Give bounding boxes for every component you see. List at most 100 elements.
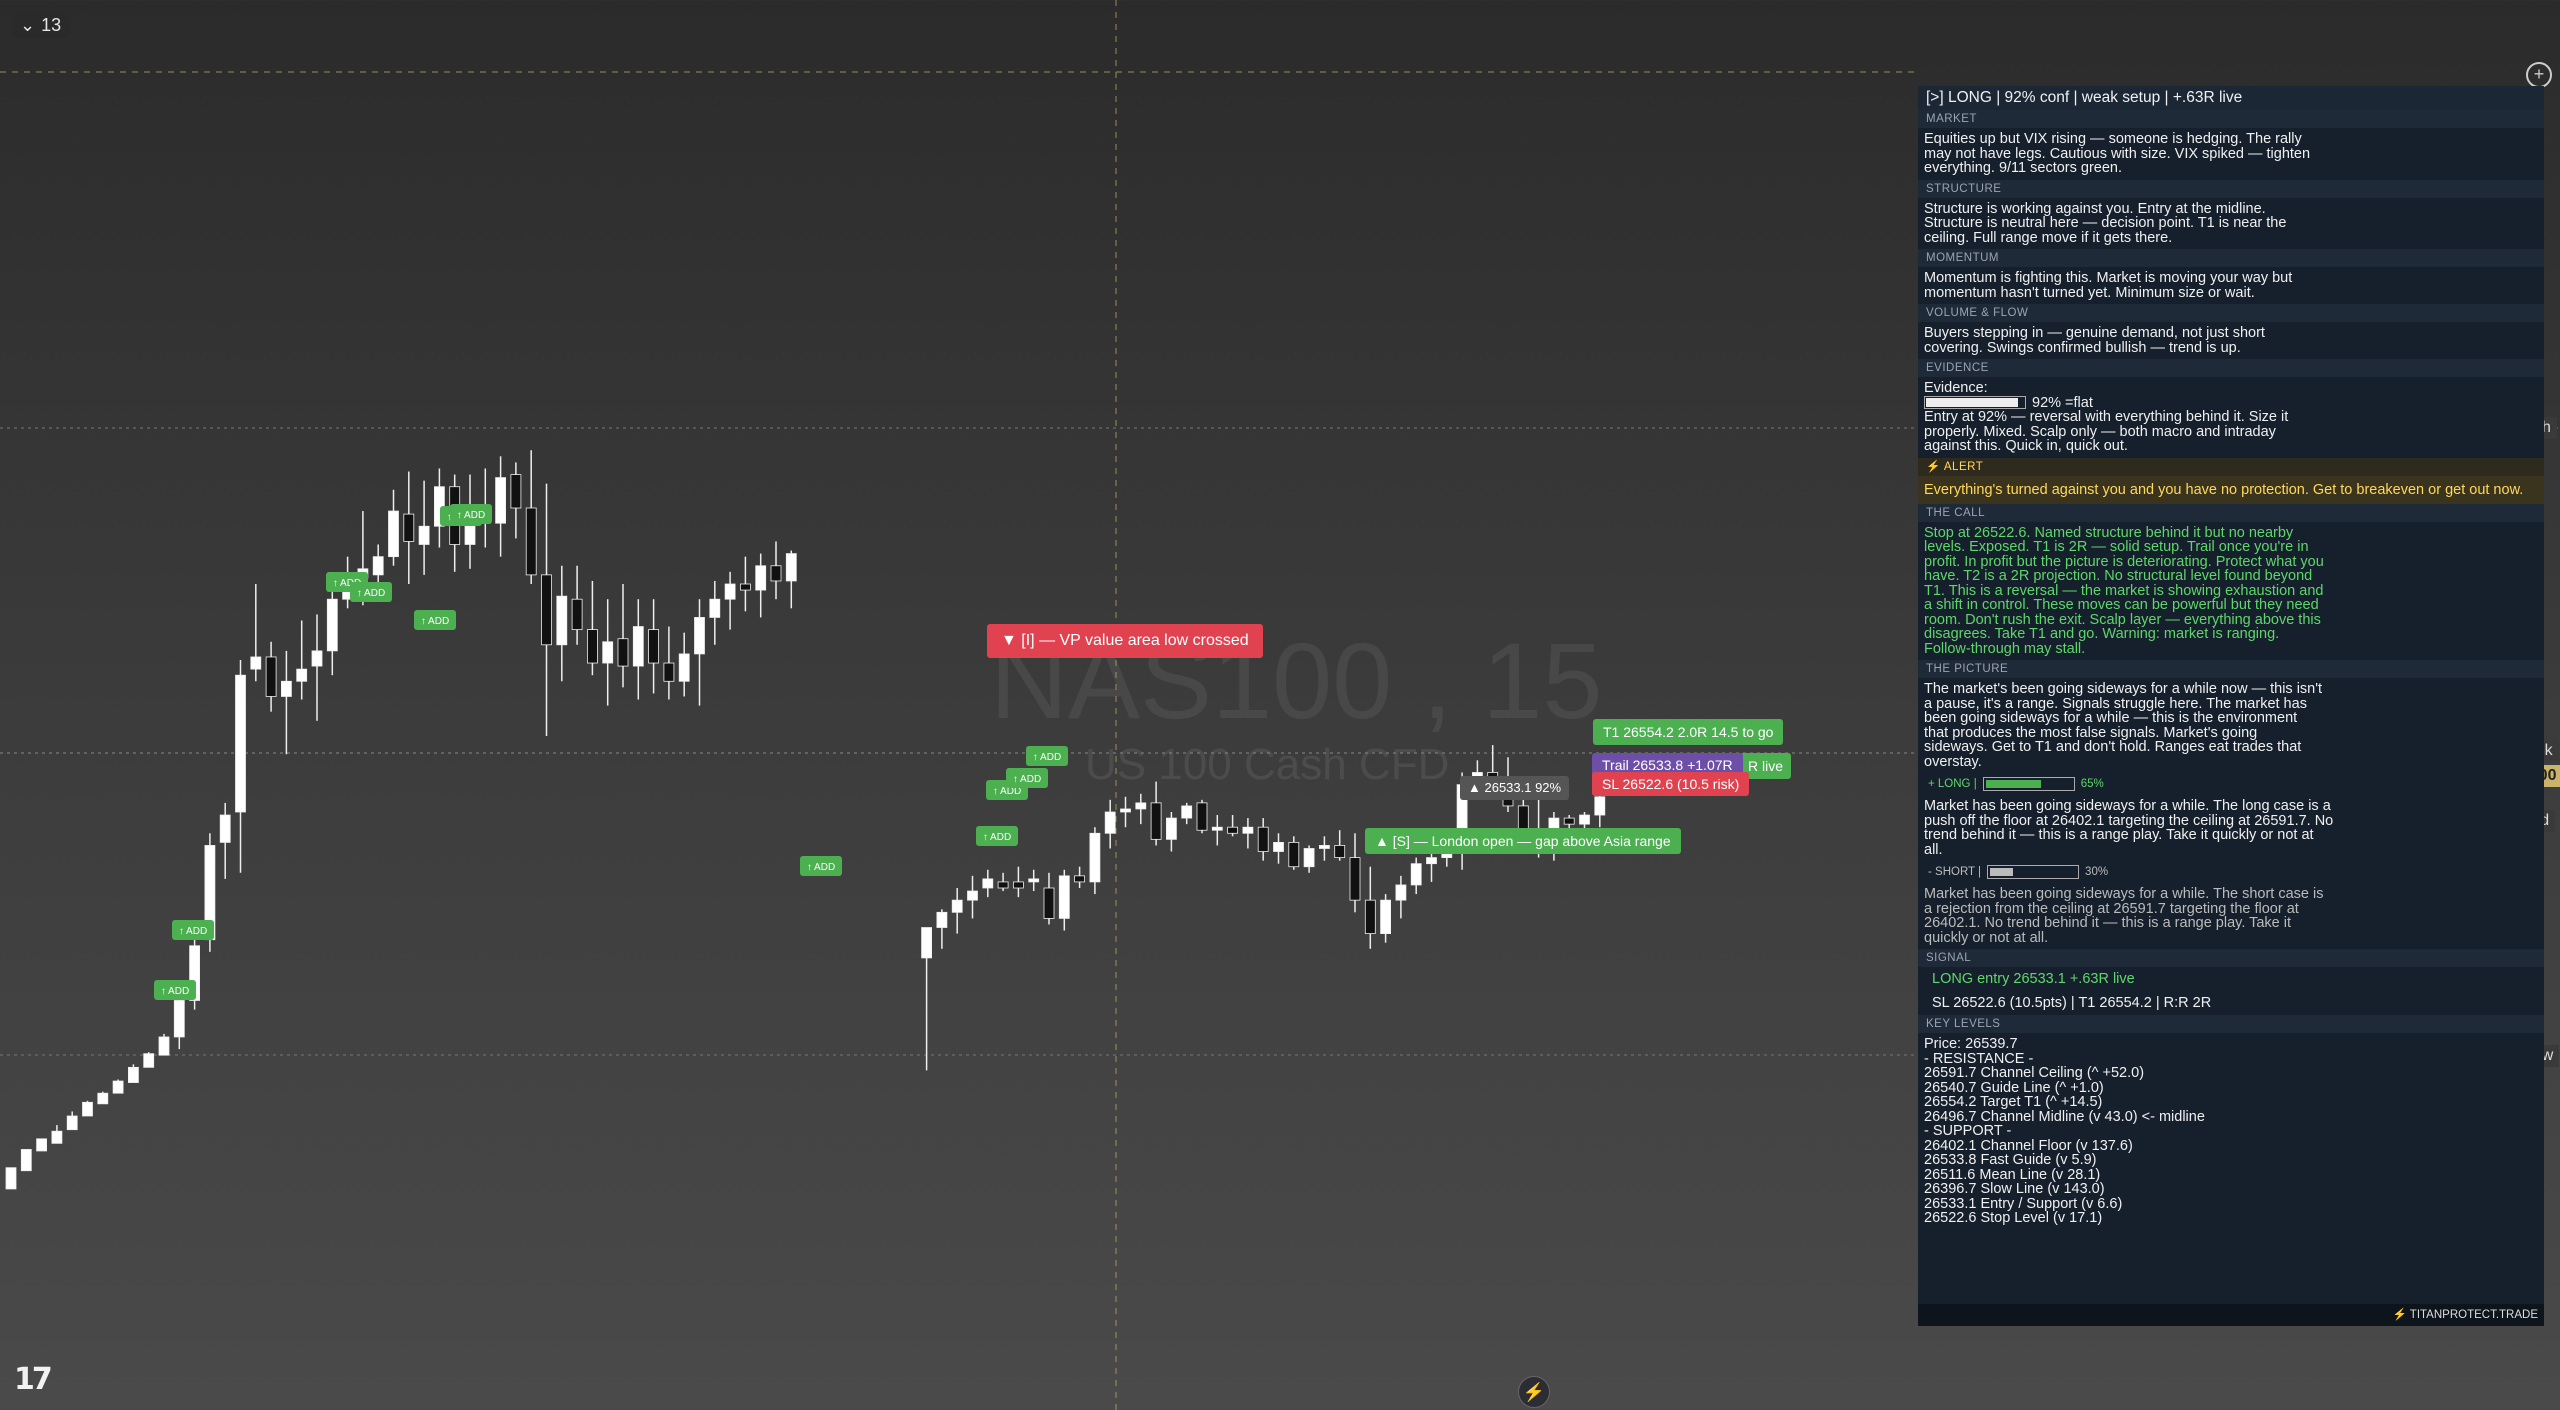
picture-text: The market's been going sideways for a w…	[1924, 681, 2323, 770]
candle	[694, 617, 705, 655]
candle	[525, 507, 537, 576]
bolt-icon[interactable]: ⚡	[1518, 1376, 1550, 1408]
candle	[5, 1167, 17, 1190]
add-pane-icon[interactable]: +	[2526, 62, 2552, 88]
candle	[418, 525, 430, 545]
long-meter	[1982, 777, 2075, 791]
candle	[617, 638, 629, 667]
candle	[1395, 884, 1407, 901]
interval-label: 13	[41, 14, 62, 35]
long-text: Market has been going sideways for a whi…	[1924, 798, 2334, 858]
candle	[1380, 899, 1391, 934]
candle	[740, 583, 751, 591]
key-level-item: - SUPPORT -	[1924, 1123, 2012, 1139]
call-heading: THE CALL	[1918, 503, 2544, 522]
candle	[1364, 899, 1376, 934]
london-tag: ▲ [S] — London open — gap above Asia ran…	[1365, 828, 1681, 854]
candle	[648, 629, 659, 664]
key-level-item: - RESISTANCE -	[1924, 1050, 2034, 1067]
candle	[235, 674, 246, 813]
candle	[1028, 878, 1040, 883]
short-meter-row: - SHORT | 30%	[1918, 861, 2544, 883]
short-label: - SHORT |	[1928, 866, 1982, 878]
interval-dropdown[interactable]: ⌄ 13	[12, 12, 70, 38]
candle	[997, 881, 1009, 889]
alert-text: Everything's turned against you and you …	[1918, 475, 2544, 504]
picture-heading: THE PICTURE	[1918, 660, 2544, 678]
long-meter-fill	[1985, 780, 2041, 788]
long-meter-row: + LONG | 65%	[1918, 773, 2544, 795]
candle	[1196, 802, 1208, 831]
structure-heading: STRUCTURE	[1918, 179, 2544, 198]
candle	[724, 583, 736, 600]
candle	[372, 556, 384, 576]
evidence-meter-value: 92% =flat	[2032, 394, 2093, 411]
long-pct: 65%	[2080, 778, 2104, 790]
candle	[127, 1066, 139, 1083]
candle	[1135, 802, 1147, 810]
tradingview-logo[interactable]: 17	[14, 1362, 53, 1397]
vp-alert-tag: ▼ [I] — VP value area low crossed	[987, 624, 1263, 658]
chevron-down-icon: ⌄	[20, 14, 36, 35]
long-label: + LONG |	[1928, 778, 1977, 790]
key-level-item: 26591.7 Channel Ceiling (^ +52.0)	[1924, 1065, 2145, 1081]
short-meter	[1987, 865, 2080, 879]
candle	[1242, 826, 1254, 834]
candle	[20, 1149, 32, 1172]
candle	[173, 1000, 185, 1038]
market-text: Equities up but VIX rising — someone is …	[1924, 131, 2311, 176]
candle	[112, 1080, 124, 1094]
candle	[951, 899, 963, 913]
candle	[755, 565, 767, 591]
candle	[770, 565, 782, 582]
key-level-item: 26511.6 Mean Line (v 28.1)	[1924, 1166, 2101, 1183]
candle	[1303, 848, 1315, 868]
volume-text: Buyers stepping in — genuine demand, not…	[1924, 325, 2265, 356]
candle	[97, 1092, 109, 1105]
candle	[663, 662, 675, 682]
call-text: Stop at 26522.6. Named structure behind …	[1924, 524, 2324, 657]
key-level-item: Price: 26539.7	[1924, 1036, 2018, 1052]
candle	[1273, 842, 1284, 852]
analysis-panel: [>] LONG | 92% conf | weak setup | +.63R…	[1918, 86, 2544, 1326]
key-level-item: 26402.1 Channel Floor (v 137.6)	[1924, 1137, 2133, 1154]
candle	[1410, 863, 1422, 886]
candle	[921, 927, 932, 959]
momentum-heading: MOMENTUM	[1918, 249, 2544, 267]
candle	[1227, 826, 1238, 834]
candle	[250, 656, 262, 670]
add-signal-label: ↑ ADD	[1013, 774, 1041, 785]
sl-tag: SL 26522.6 (10.5 risk)	[1592, 772, 1750, 796]
candle	[1594, 796, 1606, 816]
evidence-meter-fill	[1926, 398, 2018, 408]
signal-line-1: LONG entry 26533.1 +.63R live	[1932, 971, 2135, 987]
evidence-text: Entry at 92% — reversal with everything …	[1924, 409, 2289, 454]
panel-header: [>] LONG | 92% conf | weak setup | +.63R…	[1918, 86, 2544, 110]
add-signal-label: ↑ ADD	[421, 616, 449, 627]
candle	[158, 1036, 170, 1056]
candle	[1563, 817, 1575, 825]
levels-heading: KEY LEVELS	[1918, 1015, 2544, 1033]
short-pct: 30%	[2085, 866, 2109, 878]
candles-group	[5, 450, 1606, 1190]
signal-heading: SIGNAL	[1918, 949, 2544, 967]
candle	[1074, 875, 1085, 883]
key-level-item: 26522.6 Stop Level (v 17.1)	[1924, 1210, 2103, 1226]
candle	[1211, 826, 1223, 831]
candle	[296, 668, 308, 682]
candle	[1579, 814, 1590, 825]
candle	[1257, 826, 1269, 852]
candle	[311, 650, 323, 667]
short-meter-fill	[1990, 868, 2014, 876]
entry-marker: ▲ 26533.1 92%	[1460, 776, 1570, 800]
candle	[982, 878, 994, 889]
candle	[280, 680, 292, 697]
add-signal-label: ↑ ADD	[457, 510, 485, 521]
momentum-text: Momentum is fighting this. Market is mov…	[1924, 270, 2293, 301]
candle	[571, 598, 583, 631]
key-level-item: 26540.7 Guide Line (^ +1.0)	[1924, 1079, 2104, 1096]
candle	[1166, 817, 1177, 840]
evidence-block: Evidence: 92% =flat Entry at 92% — rever…	[1918, 377, 2330, 458]
key-level-item: 26533.1 Entry / Support (v 6.6)	[1924, 1195, 2123, 1212]
candle	[1104, 811, 1116, 834]
